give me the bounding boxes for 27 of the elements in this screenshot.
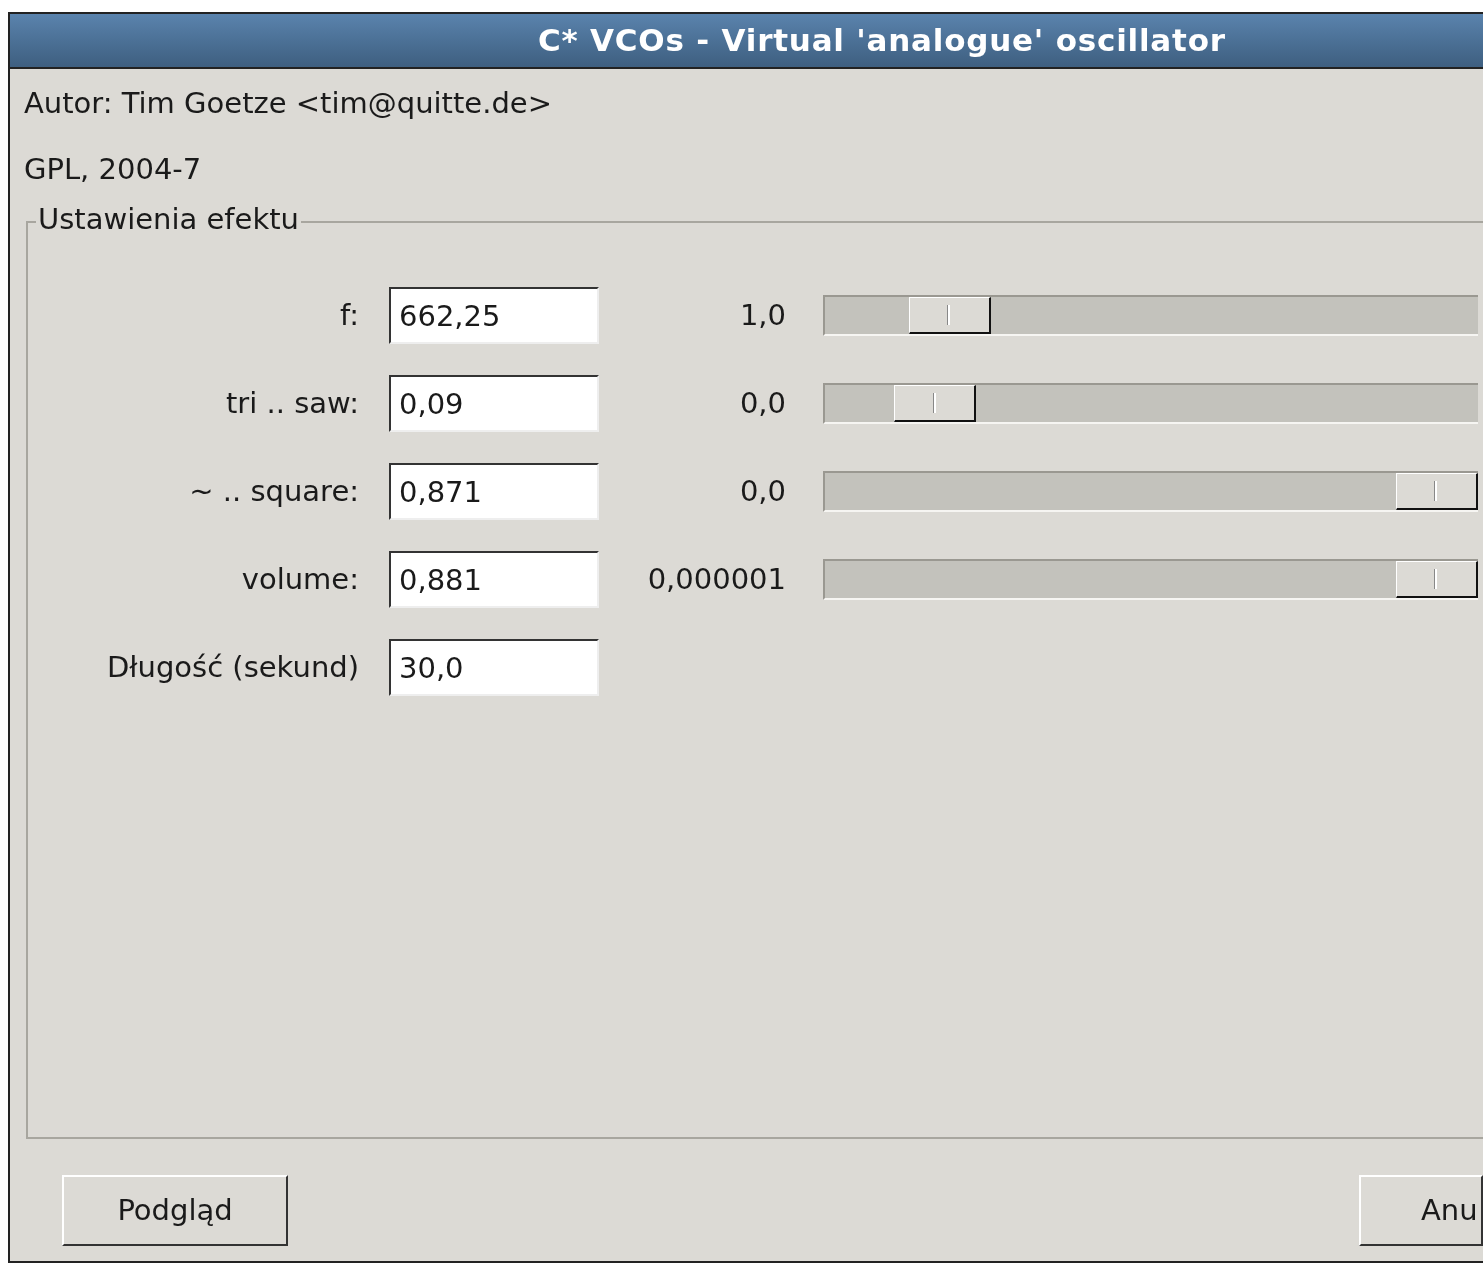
preview-button[interactable]: Podgląd bbox=[62, 1175, 288, 1246]
author-text: Autor: Tim Goetze <tim@quitte.de> bbox=[24, 85, 553, 121]
value-field[interactable]: 30,0 bbox=[389, 639, 599, 696]
parameter-label: Długość (sekund) bbox=[105, 648, 359, 686]
minimum-label: 1,0 bbox=[738, 296, 786, 334]
slider-track[interactable] bbox=[823, 471, 1478, 512]
value-field[interactable]: 0,09 bbox=[389, 375, 599, 432]
parameter-label: volume: bbox=[240, 560, 359, 598]
parameter-label: ~ .. square: bbox=[188, 472, 359, 510]
slider-thumb[interactable] bbox=[908, 297, 991, 334]
cancel-button[interactable]: Anu bbox=[1359, 1175, 1483, 1246]
value-field[interactable]: 0,871 bbox=[389, 463, 599, 520]
slider-thumb[interactable] bbox=[893, 385, 976, 422]
slider-track[interactable] bbox=[823, 559, 1478, 600]
parameter-label: f: bbox=[339, 296, 359, 334]
value-field[interactable]: 662,25 bbox=[389, 287, 599, 344]
minimum-label: 0,0 bbox=[738, 472, 786, 510]
slider-thumb[interactable] bbox=[1396, 473, 1478, 510]
license-text: GPL, 2004-7 bbox=[24, 151, 203, 187]
minimum-label: 0,000001 bbox=[646, 560, 786, 598]
slider-thumb[interactable] bbox=[1396, 561, 1478, 598]
slider-track[interactable] bbox=[823, 383, 1478, 424]
window-title: C* VCOs - Virtual 'analogue' oscillator bbox=[538, 21, 1226, 61]
parameter-label: tri .. saw: bbox=[225, 384, 359, 422]
minimum-label: 0,0 bbox=[738, 384, 786, 422]
value-field[interactable]: 0,881 bbox=[389, 551, 599, 608]
slider-track[interactable] bbox=[823, 295, 1478, 336]
